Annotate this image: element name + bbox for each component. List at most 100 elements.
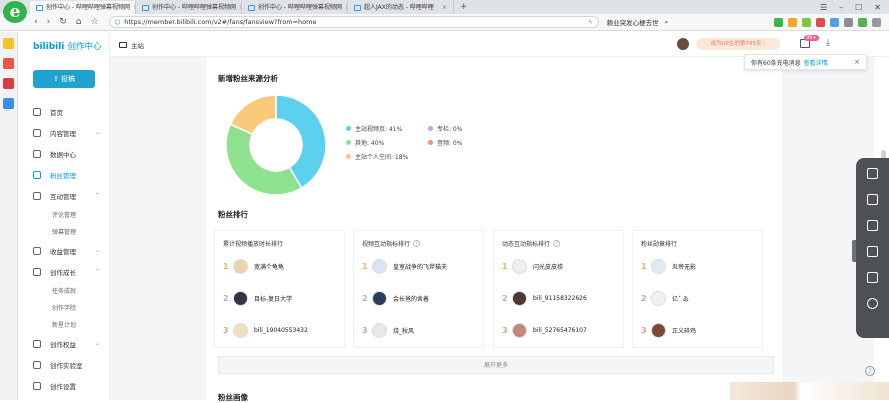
- rank-row[interactable]: 2 bili_91158322626: [502, 291, 587, 306]
- download-icon[interactable]: ⤓: [826, 39, 836, 48]
- home-link[interactable]: 主站: [119, 40, 144, 50]
- nav-sub-danmaku[interactable]: 弹幕管理: [19, 223, 110, 240]
- nav-item-interaction[interactable]: 互动管理 ⌃: [19, 185, 110, 206]
- camera-icon[interactable]: [867, 194, 878, 205]
- video-thumbnail[interactable]: [730, 382, 889, 400]
- search-box[interactable]: 赖业突发心梗去世 ⌕: [607, 16, 727, 28]
- new-tab-button[interactable]: +: [454, 1, 474, 14]
- avatar[interactable]: [372, 291, 387, 306]
- brand-logo[interactable]: bilibili 创作中心: [33, 40, 102, 52]
- browser-logo-icon[interactable]: e: [3, 1, 27, 23]
- rank-row[interactable]: 1 炎帝无影: [641, 259, 696, 274]
- help-circle-icon[interactable]: ?: [553, 240, 561, 247]
- lightning-icon[interactable]: ϟ: [588, 18, 592, 26]
- help-circle-icon[interactable]: ?: [413, 240, 421, 247]
- video-record-icon[interactable]: [867, 220, 878, 231]
- nav-sub-academy[interactable]: 创作学院: [19, 299, 110, 316]
- extension-icon[interactable]: [844, 17, 853, 27]
- fan-name[interactable]: 目标-复日大学: [254, 294, 292, 303]
- close-window-icon[interactable]: ✕: [874, 1, 881, 14]
- fan-name[interactable]: 会长爸的舍着: [393, 294, 429, 303]
- search-icon[interactable]: ⌕: [665, 18, 669, 27]
- legend-item[interactable]: 主站视频页: 41%: [346, 124, 402, 133]
- extension-icon[interactable]: [830, 17, 839, 27]
- nav-item-rights[interactable]: 创作权益 ⌄: [19, 333, 110, 354]
- browser-tab[interactable]: 超人JAX的动态 - 哔哩哔哩 ×: [348, 1, 454, 14]
- history-icon[interactable]: [867, 298, 878, 309]
- legend-item[interactable]: 专栏: 0%: [428, 124, 462, 133]
- browser-tab[interactable]: 创作中心 - 哔哩哔哩弹幕视频网×: [136, 1, 242, 14]
- rank-row[interactable]: 1 闪光皮皮捞: [502, 259, 563, 274]
- avatar[interactable]: [233, 291, 248, 306]
- avatar[interactable]: [651, 323, 666, 338]
- fan-name[interactable]: bili_19040553432: [254, 327, 308, 334]
- fan-name[interactable]: 闪光皮皮捞: [533, 262, 563, 271]
- rank-row[interactable]: 3 bili_52765476107: [502, 323, 587, 338]
- nav-item-home[interactable]: 首页: [19, 101, 110, 122]
- legend-item[interactable]: 音频: 0%: [428, 138, 462, 147]
- brush-icon[interactable]: [867, 246, 878, 257]
- avatar[interactable]: [512, 323, 527, 338]
- rank-row[interactable]: 1 宽满个龟龟: [223, 259, 284, 274]
- expand-more-button[interactable]: 展开更多: [218, 356, 774, 374]
- close-tab-icon[interactable]: ×: [442, 1, 447, 14]
- nav-item-fans[interactable]: 粉丝管理: [19, 164, 110, 185]
- reload-icon[interactable]: ↻: [59, 17, 67, 27]
- nav-item-lab[interactable]: 创作实验室: [19, 354, 110, 375]
- extension-icon[interactable]: [858, 17, 867, 27]
- fan-name[interactable]: 烧_秋风: [393, 326, 414, 335]
- browser-tab[interactable]: 创作中心 - 哔哩哔哩弹幕视频网×: [30, 1, 136, 14]
- nav-item-settings[interactable]: 创作设置: [19, 375, 110, 396]
- maximize-icon[interactable]: ☐: [855, 1, 862, 14]
- extension-icon[interactable]: [774, 17, 783, 27]
- rank-row[interactable]: 3 bili_19040553432: [223, 323, 308, 338]
- favorite-star-icon[interactable]: ☆: [90, 17, 98, 27]
- weibo-icon[interactable]: [3, 78, 14, 89]
- avatar[interactable]: [651, 259, 666, 274]
- avatar[interactable]: [677, 38, 689, 50]
- rank-row[interactable]: 2 会长爸的舍着: [362, 291, 429, 306]
- nav-item-content[interactable]: 内容管理 ⌄: [19, 122, 110, 143]
- rank-row[interactable]: 3 烧_秋风: [362, 323, 414, 338]
- extension-icon[interactable]: [872, 17, 881, 27]
- rank-row[interactable]: 2 亿ˇ ゐ: [641, 291, 689, 306]
- close-icon[interactable]: ×: [854, 58, 860, 66]
- screenshot-icon[interactable]: [867, 168, 878, 179]
- fan-name[interactable]: 宽满个龟龟: [254, 262, 284, 271]
- nav-sub-comments[interactable]: 评论管理: [19, 206, 110, 223]
- forward-icon[interactable]: ›: [47, 17, 51, 27]
- avatar[interactable]: [233, 323, 248, 338]
- legend-item[interactable]: 其他: 40%: [346, 138, 384, 147]
- extension-icon[interactable]: [802, 17, 811, 27]
- extension-icon[interactable]: [788, 17, 797, 27]
- nav-item-growth[interactable]: 创作成长 ⌃: [19, 261, 110, 282]
- folder-icon[interactable]: [867, 272, 878, 283]
- fan-name[interactable]: 炎帝无影: [672, 262, 696, 271]
- back-icon[interactable]: ‹: [34, 17, 38, 27]
- view-details-link[interactable]: 查看详情: [804, 58, 828, 67]
- avatar[interactable]: [512, 291, 527, 306]
- up-days-badge[interactable]: 成为UP主的第745天 ›: [696, 38, 780, 50]
- upload-button[interactable]: ⇪ 投稿: [33, 70, 95, 88]
- help-icon[interactable]: ?: [865, 366, 875, 376]
- fan-name[interactable]: 皇室战争的飞斧猫夫: [393, 262, 447, 271]
- legend-item[interactable]: 主站个人空间: 18%: [346, 152, 408, 161]
- notes-icon[interactable]: [3, 58, 14, 69]
- fan-name[interactable]: 亿ˇ ゐ: [672, 294, 689, 303]
- avatar[interactable]: [651, 291, 666, 306]
- extension-icon[interactable]: [816, 17, 825, 27]
- nav-sub-newstar[interactable]: 新星计划: [19, 316, 110, 333]
- mail-icon[interactable]: [3, 98, 14, 109]
- nav-item-income[interactable]: 收益管理 ⌄: [19, 240, 110, 261]
- browser-tab[interactable]: 创作中心 - 哔哩哔哩弹幕视频网×: [242, 1, 348, 14]
- fan-name[interactable]: bili_91158322626: [533, 295, 587, 302]
- rank-row[interactable]: 1 皇室战争的飞斧猫夫: [362, 259, 447, 274]
- fan-name[interactable]: 正义碎鸡: [672, 326, 696, 335]
- home-icon[interactable]: ⌂: [76, 17, 82, 27]
- nav-sub-tasks[interactable]: 任务成就: [19, 282, 110, 299]
- favorites-icon[interactable]: [3, 38, 14, 49]
- rank-row[interactable]: 3 正义碎鸡: [641, 323, 696, 338]
- url-input[interactable]: ⬡ https://member.bilibili.com/v2#/fans/f…: [108, 16, 599, 28]
- rank-row[interactable]: 2 目标-复日大学: [223, 291, 292, 306]
- nav-item-data[interactable]: 数据中心: [19, 143, 110, 164]
